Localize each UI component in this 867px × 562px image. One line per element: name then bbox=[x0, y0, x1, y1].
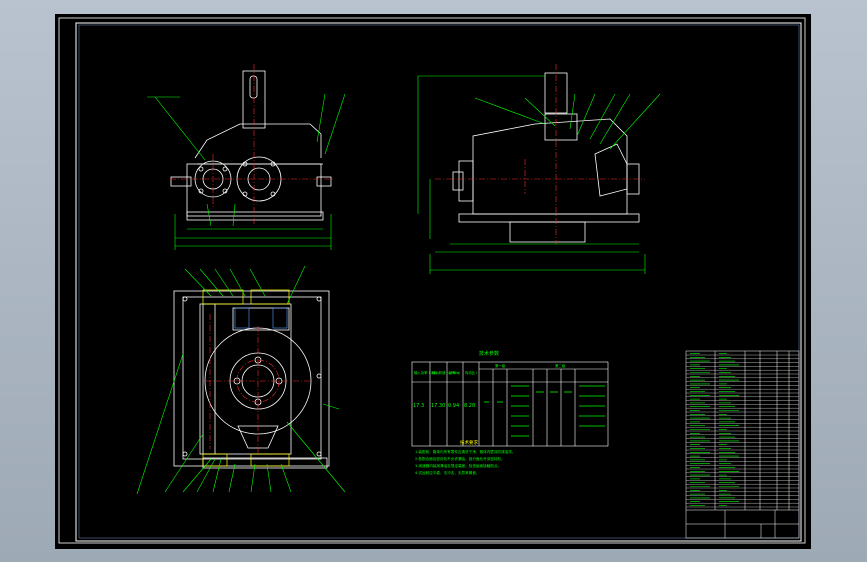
sheet-frame bbox=[78, 24, 800, 539]
notes-title: 技术要求 bbox=[460, 439, 478, 446]
parts-list-text-glyphs bbox=[690, 353, 739, 506]
table-title: 技术参数 bbox=[479, 350, 499, 357]
svg-text:第一级: 第一级 bbox=[495, 363, 506, 368]
drawing-canvas: 技术参数 输入功率 P(kW) 输入转速 n(r/min) 效率 η 传动比 i… bbox=[58, 17, 806, 544]
cad-viewport[interactable]: 技术参数 输入功率 P(kW) 输入转速 n(r/min) 效率 η 传动比 i… bbox=[55, 14, 811, 549]
top-view bbox=[173, 290, 330, 469]
technical-params-table: 技术参数 输入功率 P(kW) 输入转速 n(r/min) 效率 η 传动比 i… bbox=[411, 350, 609, 447]
side-view-centerlines bbox=[435, 64, 645, 244]
svg-text:8.28: 8.28 bbox=[464, 403, 475, 409]
top-view-leaders bbox=[136, 265, 346, 495]
note-1: 1.装配前，箱体内所有零件应清洗干净，箱体内壁涂防锈油漆。 bbox=[415, 449, 515, 454]
table-values: 17.3 17.30 0.94 8.28 bbox=[413, 403, 475, 409]
svg-text:传动比 i: 传动比 i bbox=[465, 370, 477, 375]
parts-list-table bbox=[685, 350, 800, 539]
note-2: 2.各配合面及密封处不允许漏油，剖分面允许涂密封胶。 bbox=[415, 456, 505, 461]
front-view bbox=[170, 70, 332, 221]
svg-text:17.3: 17.3 bbox=[413, 403, 424, 409]
top-view-centerlines bbox=[205, 314, 311, 454]
svg-text:0.94: 0.94 bbox=[448, 403, 459, 409]
note-4: 4.试运转应平稳，无冲击，无异常噪音。 bbox=[415, 470, 480, 475]
svg-text:效率 η: 效率 η bbox=[449, 370, 459, 375]
parts-list-rows bbox=[686, 354, 799, 508]
side-view bbox=[452, 72, 640, 243]
table-gear-data-glyphs bbox=[484, 385, 605, 437]
top-view-gears bbox=[202, 289, 290, 467]
svg-text:17.30: 17.30 bbox=[431, 403, 445, 409]
note-3: 3.减速器内装润滑油至规定高度，检查齿面接触斑点。 bbox=[415, 463, 501, 468]
top-view-gear-sections bbox=[234, 307, 288, 329]
svg-text:第二级: 第二级 bbox=[555, 363, 566, 368]
side-view-dimensions bbox=[417, 75, 661, 274]
front-view-dimensions bbox=[147, 93, 346, 250]
